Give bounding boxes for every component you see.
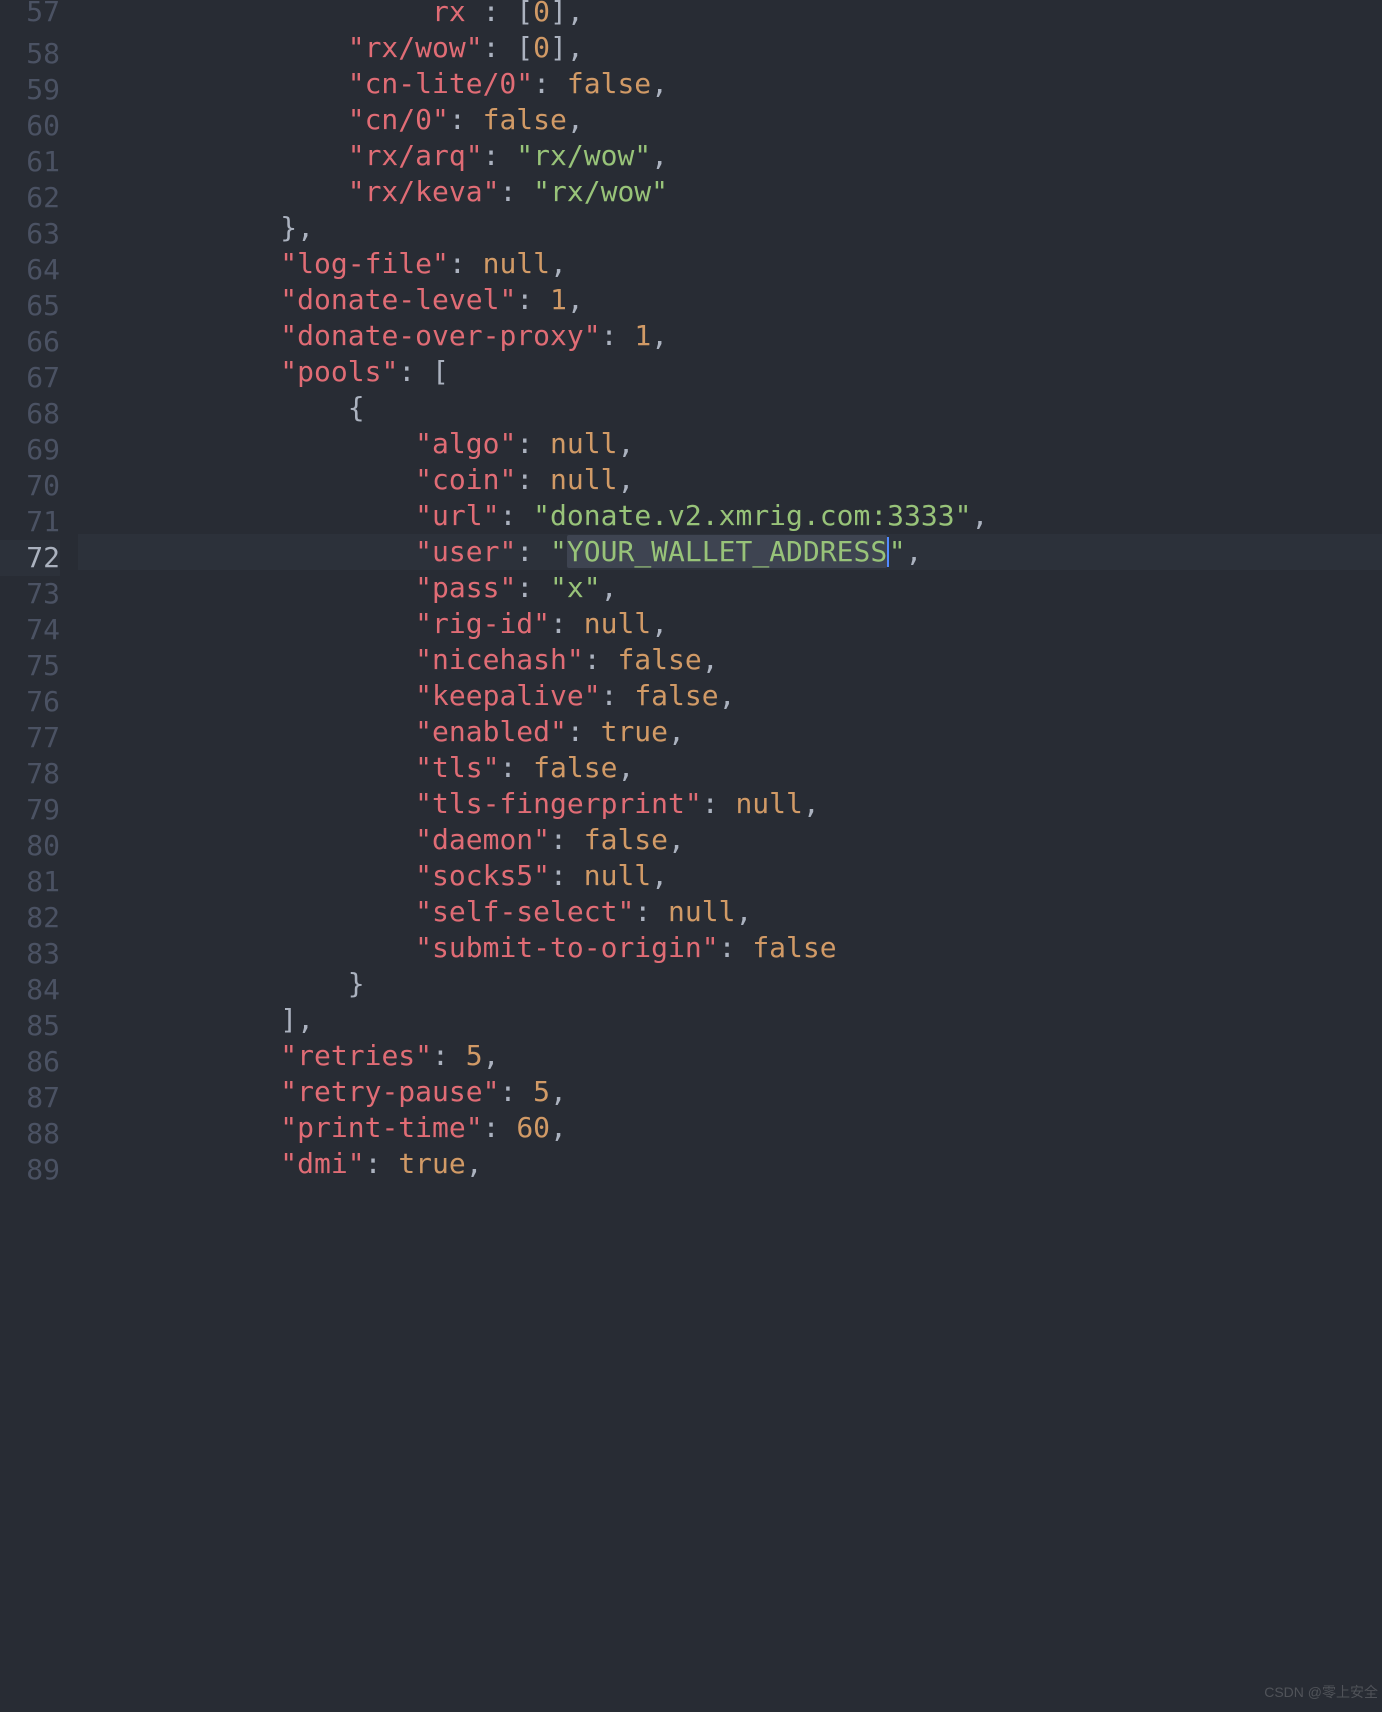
code-line[interactable]: "tls": false, (78, 750, 1382, 786)
line-number: 85 (0, 1008, 60, 1044)
code-line[interactable]: "print-time": 60, (78, 1110, 1382, 1146)
code-line[interactable]: "rx/keva": "rx/wow" (78, 174, 1382, 210)
line-number: 59 (0, 72, 60, 108)
line-number: 89 (0, 1152, 60, 1188)
line-number: 88 (0, 1116, 60, 1152)
code-line[interactable]: "algo": null, (78, 426, 1382, 462)
code-line[interactable]: "log-file": null, (78, 246, 1382, 282)
line-number: 58 (0, 36, 60, 72)
line-number: 57 (0, 0, 60, 36)
line-number: 70 (0, 468, 60, 504)
code-line[interactable]: "retries": 5, (78, 1038, 1382, 1074)
code-content[interactable]: rx : [0], "rx/wow": [0], "cn-lite/0": fa… (78, 0, 1382, 1712)
code-editor[interactable]: 5758596061626364656667686970717273747576… (0, 0, 1382, 1712)
code-line[interactable]: "coin": null, (78, 462, 1382, 498)
code-line[interactable]: "keepalive": false, (78, 678, 1382, 714)
code-line[interactable]: { (78, 390, 1382, 426)
line-number: 69 (0, 432, 60, 468)
line-number: 63 (0, 216, 60, 252)
line-number: 83 (0, 936, 60, 972)
line-number-gutter: 5758596061626364656667686970717273747576… (0, 0, 78, 1712)
code-line[interactable]: "retry-pause": 5, (78, 1074, 1382, 1110)
line-number: 64 (0, 252, 60, 288)
code-line[interactable]: "self-select": null, (78, 894, 1382, 930)
line-number: 79 (0, 792, 60, 828)
line-number: 60 (0, 108, 60, 144)
code-line[interactable]: "enabled": true, (78, 714, 1382, 750)
code-line[interactable]: "rx/arq": "rx/wow", (78, 138, 1382, 174)
code-line[interactable]: "donate-over-proxy": 1, (78, 318, 1382, 354)
code-line[interactable]: "tls-fingerprint": null, (78, 786, 1382, 822)
line-number: 73 (0, 576, 60, 612)
line-number: 66 (0, 324, 60, 360)
line-number: 76 (0, 684, 60, 720)
code-line[interactable]: }, (78, 210, 1382, 246)
code-line[interactable]: "cn-lite/0": false, (78, 66, 1382, 102)
line-number: 78 (0, 756, 60, 792)
line-number: 62 (0, 180, 60, 216)
line-number: 75 (0, 648, 60, 684)
code-line[interactable]: ], (78, 1002, 1382, 1038)
line-number: 86 (0, 1044, 60, 1080)
code-line[interactable]: "user": "YOUR_WALLET_ADDRESS", (78, 534, 1382, 570)
code-line[interactable]: rx : [0], (78, 0, 1382, 30)
code-line[interactable]: "socks5": null, (78, 858, 1382, 894)
text-selection[interactable]: YOUR_WALLET_ADDRESS (567, 535, 887, 568)
line-number: 82 (0, 900, 60, 936)
line-number: 72 (0, 540, 60, 576)
code-line[interactable]: "url": "donate.v2.xmrig.com:3333", (78, 498, 1382, 534)
line-number: 61 (0, 144, 60, 180)
line-number: 81 (0, 864, 60, 900)
line-number: 68 (0, 396, 60, 432)
line-number: 67 (0, 360, 60, 396)
line-number: 80 (0, 828, 60, 864)
code-line[interactable]: "cn/0": false, (78, 102, 1382, 138)
code-line[interactable]: "pools": [ (78, 354, 1382, 390)
code-line[interactable]: "dmi": true, (78, 1146, 1382, 1182)
code-line[interactable]: "rx/wow": [0], (78, 30, 1382, 66)
code-line[interactable]: "daemon": false, (78, 822, 1382, 858)
line-number: 71 (0, 504, 60, 540)
line-number: 84 (0, 972, 60, 1008)
code-line[interactable]: } (78, 966, 1382, 1002)
code-line[interactable]: "submit-to-origin": false (78, 930, 1382, 966)
code-line[interactable]: "rig-id": null, (78, 606, 1382, 642)
line-number: 87 (0, 1080, 60, 1116)
line-number: 77 (0, 720, 60, 756)
code-line[interactable]: "donate-level": 1, (78, 282, 1382, 318)
code-line[interactable]: "pass": "x", (78, 570, 1382, 606)
line-number: 65 (0, 288, 60, 324)
code-line[interactable]: "nicehash": false, (78, 642, 1382, 678)
line-number: 74 (0, 612, 60, 648)
